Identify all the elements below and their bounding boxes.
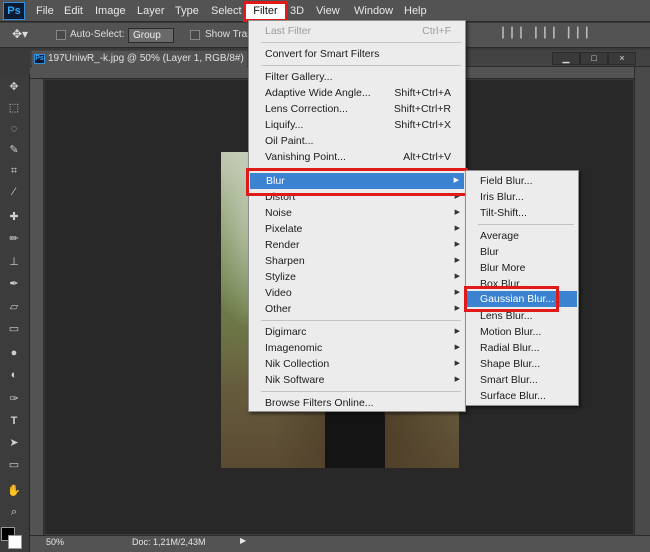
menu-video[interactable]: Video ▶ <box>249 285 465 301</box>
menu-other[interactable]: Other ▶ <box>249 301 465 317</box>
menu-select[interactable]: Select <box>211 3 242 20</box>
filter-menu: Last Filter Ctrl+F Convert for Smart Filt… <box>248 20 466 412</box>
menu-render[interactable]: Render ▶ <box>249 237 465 253</box>
menu-nik-software[interactable]: Nik Software ▶ <box>249 372 465 388</box>
menu-tilt-shift[interactable]: Tilt-Shift... <box>466 205 578 221</box>
dodge-icon[interactable]: ◐ <box>5 368 23 382</box>
brush-icon[interactable]: ✏ <box>5 232 23 246</box>
document-tab[interactable]: 197UniwR_-k.jpg @ 50% (Layer 1, RGB/8#) … <box>32 51 247 67</box>
menu-noise[interactable]: Noise ▶ <box>249 205 465 221</box>
move-tool-icon[interactable]: ✥▾ <box>12 27 28 41</box>
path-select-icon[interactable]: ➤ <box>5 436 23 450</box>
photoshop-logo: Ps <box>3 2 25 20</box>
menu-blur-more[interactable]: Blur More <box>466 260 578 276</box>
pen-icon[interactable]: ✑ <box>5 392 23 406</box>
menu-browse-filters-online[interactable]: Browse Filters Online... <box>249 395 465 411</box>
background-color[interactable] <box>8 535 22 549</box>
blur-submenu: Field Blur... Iris Blur... Tilt-Shift...… <box>465 170 579 406</box>
menu-window[interactable]: Window <box>354 3 393 20</box>
menu-shape-blur[interactable]: Shape Blur... <box>466 356 578 372</box>
menu-type[interactable]: Type <box>175 3 199 20</box>
menu-radial-blur[interactable]: Radial Blur... <box>466 340 578 356</box>
menu-vanishing-point[interactable]: Vanishing Point... Alt+Ctrl+V <box>249 149 465 165</box>
menu-edit[interactable]: Edit <box>64 3 83 20</box>
close-button[interactable]: × <box>608 52 636 65</box>
menu-smart-blur[interactable]: Smart Blur... <box>466 372 578 388</box>
separator <box>261 168 461 169</box>
type-tool-icon[interactable]: T <box>5 414 23 428</box>
menu-motion-blur[interactable]: Motion Blur... <box>466 324 578 340</box>
menu-nik-collection[interactable]: Nik Collection ▶ <box>249 356 465 372</box>
menu-gaussian-blur[interactable]: Gaussian Blur... <box>467 291 577 307</box>
menu-average[interactable]: Average <box>466 228 578 244</box>
show-transform-label: Show Tran <box>205 29 253 40</box>
menu-lens-blur[interactable]: Lens Blur... <box>466 308 578 324</box>
menu-surface-blur[interactable]: Surface Blur... <box>466 388 578 404</box>
menu-oil-paint[interactable]: Oil Paint... <box>249 133 465 149</box>
menu-blur[interactable]: Blur ▶ <box>250 173 464 189</box>
show-transform-checkbox[interactable] <box>190 30 200 40</box>
auto-select-dropdown[interactable]: Group <box>128 28 174 43</box>
minimize-button[interactable]: ▁ <box>552 52 580 65</box>
align-buttons-icon[interactable]: ┃┃┃ ┃┃┃ ┃┃┃ <box>500 28 593 39</box>
menu-last-filter: Last Filter Ctrl+F <box>265 25 451 37</box>
status-bar <box>30 535 650 552</box>
auto-select-label: Auto-Select: <box>70 29 125 40</box>
history-brush-icon[interactable]: ✒ <box>5 277 23 291</box>
menu-stylize[interactable]: Stylize ▶ <box>249 269 465 285</box>
menu-sharpen[interactable]: Sharpen ▶ <box>249 253 465 269</box>
menu-distort[interactable]: Distort ▶ <box>249 189 465 205</box>
menu-filter[interactable]: Filter <box>243 1 288 22</box>
vertical-scrollbar[interactable] <box>634 67 650 535</box>
menu-blur-simple[interactable]: Blur <box>466 244 578 260</box>
quick-select-icon[interactable]: ✎ <box>5 143 23 157</box>
menu-imagenomic[interactable]: Imagenomic ▶ <box>249 340 465 356</box>
auto-select-checkbox[interactable] <box>56 30 66 40</box>
menu-help[interactable]: Help <box>404 3 427 20</box>
menu-digimarc[interactable]: Digimarc ▶ <box>249 324 465 340</box>
menu-filter-gallery[interactable]: Filter Gallery... <box>249 69 465 85</box>
ruler-vertical <box>30 79 44 535</box>
separator <box>261 320 461 321</box>
menu-view[interactable]: View <box>316 3 340 20</box>
menu-field-blur[interactable]: Field Blur... <box>466 173 578 189</box>
menu-box-blur[interactable]: Box Blur... <box>466 276 578 292</box>
status-arrow-icon[interactable]: ▶ <box>240 536 246 545</box>
zoom-level[interactable]: 50% <box>46 537 64 547</box>
hand-icon[interactable]: ✋ <box>5 484 23 498</box>
maximize-button[interactable]: □ <box>580 52 608 65</box>
menu-adaptive-wide-angle[interactable]: Adaptive Wide Angle... Shift+Ctrl+A <box>249 85 465 101</box>
menu-lens-correction[interactable]: Lens Correction... Shift+Ctrl+R <box>249 101 465 117</box>
eraser-icon[interactable]: ▱ <box>5 300 23 314</box>
menu-image[interactable]: Image <box>95 3 126 20</box>
menu-convert-smart-filters[interactable]: Convert for Smart Filters <box>249 46 465 62</box>
eyedropper-icon[interactable]: ⁄ <box>5 185 23 199</box>
gradient-icon[interactable]: ▭ <box>5 322 23 336</box>
blur-tool-icon[interactable]: ● <box>5 346 23 360</box>
menu-layer[interactable]: Layer <box>137 3 165 20</box>
separator <box>261 391 461 392</box>
zoom-icon[interactable]: ⌕ <box>5 505 23 519</box>
menu-filter-label: Filter <box>253 5 278 17</box>
move-icon[interactable]: ✥ <box>5 80 23 94</box>
healing-icon[interactable]: ✚ <box>5 210 23 224</box>
stamp-icon[interactable]: ⊥ <box>5 255 23 269</box>
menu-iris-blur[interactable]: Iris Blur... <box>466 189 578 205</box>
document-title: 197UniwR_-k.jpg @ 50% (Layer 1, RGB/8#) … <box>48 53 247 64</box>
menu-liquify[interactable]: Liquify... Shift+Ctrl+X <box>249 117 465 133</box>
lasso-icon[interactable]: ◌ <box>5 122 23 136</box>
doc-size: Doc: 1,21M/2,43M <box>132 537 206 547</box>
crop-icon[interactable]: ⌗ <box>5 164 23 178</box>
shape-icon[interactable]: ▭ <box>5 458 23 472</box>
separator <box>261 42 461 43</box>
menu-3d[interactable]: 3D <box>290 3 304 20</box>
separator <box>261 65 461 66</box>
menu-pixelate[interactable]: Pixelate ▶ <box>249 221 465 237</box>
document-ps-icon: Ps <box>34 54 45 64</box>
separator <box>478 224 574 225</box>
marquee-icon[interactable]: ⬚ <box>5 101 23 115</box>
menu-file[interactable]: File <box>36 3 54 20</box>
